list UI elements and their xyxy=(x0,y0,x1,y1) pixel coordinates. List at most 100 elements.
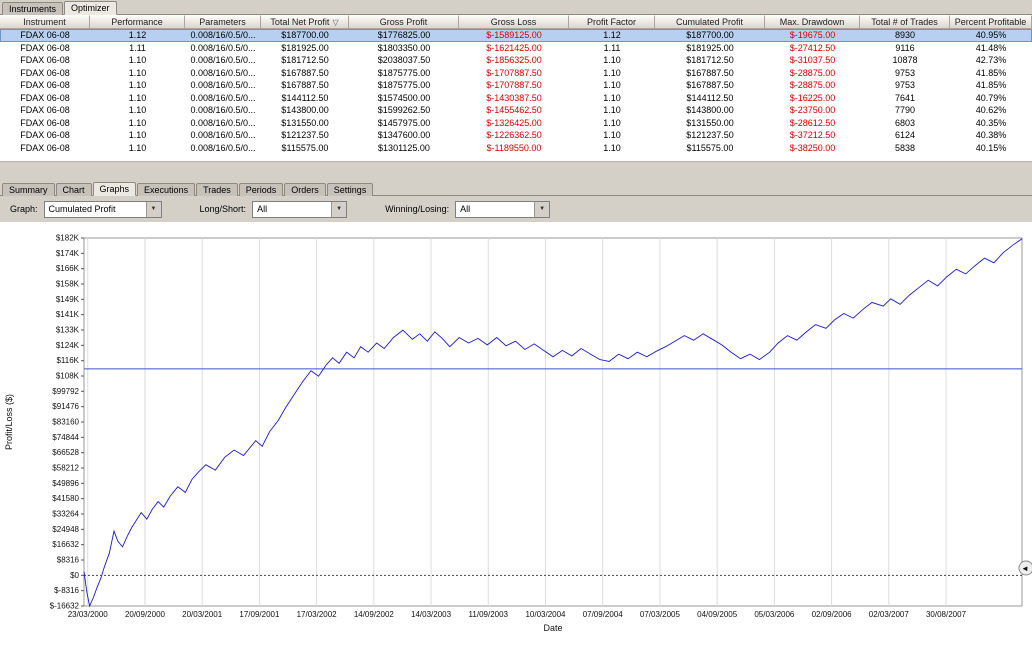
table-row[interactable]: FDAX 06-081.100.008/16/0.5/0...$167887.5… xyxy=(0,67,1032,80)
column-header-total-of-trades[interactable]: Total # of Trades xyxy=(860,15,950,29)
tab-periods[interactable]: Periods xyxy=(239,183,284,196)
table-cell: 0.008/16/0.5/0... xyxy=(185,29,261,42)
table-cell: 0.008/16/0.5/0... xyxy=(185,117,261,130)
table-cell: $-27412.50 xyxy=(765,42,860,55)
table-cell: $144112.50 xyxy=(261,92,349,105)
table-row[interactable]: FDAX 06-081.100.008/16/0.5/0...$115575.0… xyxy=(0,142,1032,155)
column-header-profit-factor[interactable]: Profit Factor xyxy=(569,15,655,29)
table-cell: 41.48% xyxy=(950,42,1032,55)
table-cell: $167887.50 xyxy=(655,67,765,80)
table-cell: FDAX 06-08 xyxy=(0,117,90,130)
longshort-select-value: All xyxy=(253,204,331,214)
column-header-percent-profitable[interactable]: Percent Profitable xyxy=(950,15,1032,29)
x-tick-label: 02/03/2007 xyxy=(869,610,910,619)
y-tick-label: $-16632 xyxy=(50,602,80,611)
sort-descending-icon: ▽ xyxy=(332,18,338,27)
longshort-label: Long/Short: xyxy=(200,204,247,214)
chevron-down-icon[interactable]: ▼ xyxy=(331,202,346,217)
table-cell: 8930 xyxy=(860,29,950,42)
table-row[interactable]: FDAX 06-081.100.008/16/0.5/0...$181712.5… xyxy=(0,54,1032,67)
table-cell: 1.10 xyxy=(90,129,185,142)
table-cell: $1347600.00 xyxy=(349,129,459,142)
y-tick-label: $174K xyxy=(56,249,80,258)
table-cell: $-1189550.00 xyxy=(459,142,569,155)
table-cell: $1457975.00 xyxy=(349,117,459,130)
column-header-performance[interactable]: Performance xyxy=(90,15,185,29)
column-header-parameters[interactable]: Parameters xyxy=(185,15,261,29)
table-cell: $143800.00 xyxy=(655,104,765,117)
y-tick-label: $149K xyxy=(56,295,80,304)
tab-optimizer[interactable]: Optimizer xyxy=(64,1,117,15)
tab-instruments[interactable]: Instruments xyxy=(2,2,63,15)
tab-trades[interactable]: Trades xyxy=(196,183,238,196)
table-row[interactable]: FDAX 06-081.100.008/16/0.5/0...$131550.0… xyxy=(0,117,1032,130)
table-cell: 6124 xyxy=(860,129,950,142)
table-cell: 0.008/16/0.5/0... xyxy=(185,142,261,155)
table-cell: $-28875.00 xyxy=(765,79,860,92)
table-cell: $187700.00 xyxy=(655,29,765,42)
table-cell: $1875775.00 xyxy=(349,79,459,92)
table-cell: 41.85% xyxy=(950,79,1032,92)
table-cell: 1.10 xyxy=(90,67,185,80)
optimizer-results-table: InstrumentPerformanceParametersTotal Net… xyxy=(0,15,1032,162)
table-cell: 40.95% xyxy=(950,29,1032,42)
table-cell: $-1856325.00 xyxy=(459,54,569,67)
x-tick-label: 14/09/2002 xyxy=(354,610,395,619)
table-row[interactable]: FDAX 06-081.110.008/16/0.5/0...$181925.0… xyxy=(0,42,1032,55)
table-row[interactable]: FDAX 06-081.120.008/16/0.5/0...$187700.0… xyxy=(0,29,1032,42)
table-row[interactable]: FDAX 06-081.100.008/16/0.5/0...$144112.5… xyxy=(0,92,1032,105)
table-cell: $115575.00 xyxy=(261,142,349,155)
table-cell: $181712.50 xyxy=(655,54,765,67)
y-tick-label: $166K xyxy=(56,264,80,273)
winninglosing-select-value: All xyxy=(456,204,534,214)
table-cell: 9753 xyxy=(860,67,950,80)
table-row[interactable]: FDAX 06-081.100.008/16/0.5/0...$121237.5… xyxy=(0,129,1032,142)
chart-canvas: 23/03/200020/09/200020/03/200117/09/2001… xyxy=(0,222,1032,651)
y-tick-label: $66528 xyxy=(52,448,79,457)
table-cell: 41.85% xyxy=(950,67,1032,80)
winninglosing-label: Winning/Losing: xyxy=(385,204,449,214)
column-header-gross-profit[interactable]: Gross Profit xyxy=(349,15,459,29)
chevron-down-icon[interactable]: ▼ xyxy=(534,202,549,217)
tab-settings[interactable]: Settings xyxy=(327,183,374,196)
table-cell: 1.10 xyxy=(569,79,655,92)
chevron-left-icon[interactable]: ◄ xyxy=(1021,564,1029,573)
x-tick-label: 23/03/2000 xyxy=(68,610,109,619)
y-axis-title: Profit/Loss ($) xyxy=(4,394,14,450)
y-tick-label: $33264 xyxy=(52,510,79,519)
longshort-select[interactable]: All ▼ xyxy=(252,201,347,218)
table-cell: 40.15% xyxy=(950,142,1032,155)
table-cell: FDAX 06-08 xyxy=(0,29,90,42)
table-cell: FDAX 06-08 xyxy=(0,54,90,67)
tab-graphs[interactable]: Graphs xyxy=(93,182,137,196)
tab-summary[interactable]: Summary xyxy=(2,183,55,196)
table-row[interactable]: FDAX 06-081.100.008/16/0.5/0...$167887.5… xyxy=(0,79,1032,92)
table-cell: 1.10 xyxy=(90,104,185,117)
table-cell: FDAX 06-08 xyxy=(0,42,90,55)
table-cell: FDAX 06-08 xyxy=(0,104,90,117)
column-header-cumulated-profit[interactable]: Cumulated Profit xyxy=(655,15,765,29)
top-tabstrip: InstrumentsOptimizer xyxy=(0,0,1032,15)
y-tick-label: $-8316 xyxy=(54,586,79,595)
tab-orders[interactable]: Orders xyxy=(284,183,326,196)
table-cell: FDAX 06-08 xyxy=(0,129,90,142)
column-header-max-drawdown[interactable]: Max. Drawdown xyxy=(765,15,860,29)
tab-executions[interactable]: Executions xyxy=(137,183,195,196)
graph-select[interactable]: Cumulated Profit ▼ xyxy=(44,201,162,218)
column-header-total-net-profit[interactable]: Total Net Profit▽ xyxy=(261,15,349,29)
table-cell: 1.10 xyxy=(90,92,185,105)
optimizer-window: InstrumentsOptimizer InstrumentPerforman… xyxy=(0,0,1032,651)
table-cell: 1.10 xyxy=(569,54,655,67)
column-header-instrument[interactable]: Instrument xyxy=(0,15,90,29)
table-cell: $-28875.00 xyxy=(765,67,860,80)
winninglosing-select[interactable]: All ▼ xyxy=(455,201,550,218)
table-cell: $167887.50 xyxy=(261,79,349,92)
table-row[interactable]: FDAX 06-081.100.008/16/0.5/0...$143800.0… xyxy=(0,104,1032,117)
table-cell: $-16225.00 xyxy=(765,92,860,105)
table-cell: $131550.00 xyxy=(655,117,765,130)
chevron-down-icon[interactable]: ▼ xyxy=(146,202,161,217)
tab-chart[interactable]: Chart xyxy=(56,183,92,196)
table-cell: $-1621425.00 xyxy=(459,42,569,55)
column-header-gross-loss[interactable]: Gross Loss xyxy=(459,15,569,29)
table-cell: 0.008/16/0.5/0... xyxy=(185,79,261,92)
